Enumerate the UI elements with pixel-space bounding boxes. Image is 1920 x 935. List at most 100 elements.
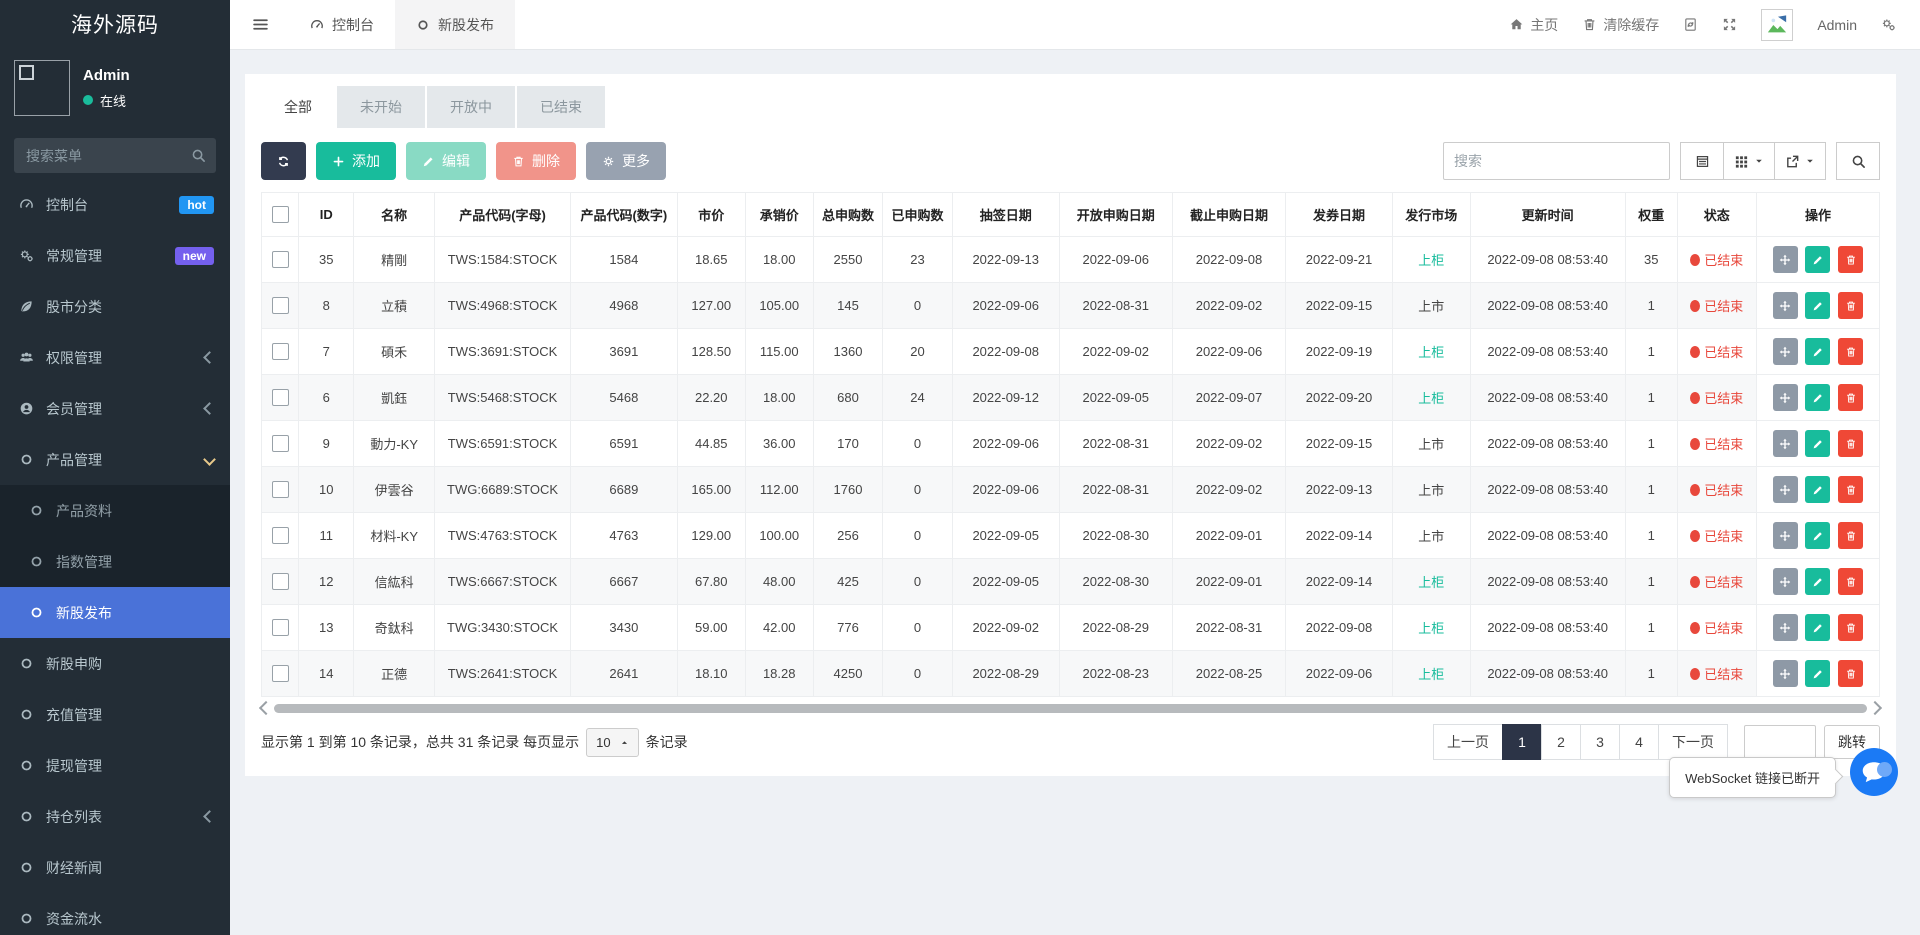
move-row-button[interactable] <box>1773 476 1798 503</box>
sidebar-item[interactable]: 常规管理 new <box>0 230 230 281</box>
sidebar-item[interactable]: 控制台 hot <box>0 179 230 230</box>
sidebar-item[interactable]: 会员管理 <box>0 383 230 434</box>
edit-button[interactable]: 编辑 <box>406 142 486 180</box>
add-button[interactable]: 添加 <box>316 142 396 180</box>
chat-button[interactable] <box>1850 748 1898 796</box>
move-row-button[interactable] <box>1773 246 1798 273</box>
column-header[interactable]: ID <box>299 193 354 237</box>
toggle-view-button[interactable] <box>1680 142 1724 180</box>
delete-row-button[interactable] <box>1838 338 1863 365</box>
select-all-checkbox[interactable] <box>272 206 289 223</box>
column-header[interactable]: 已申购数 <box>883 193 953 237</box>
sidebar-item[interactable]: 充值管理 <box>0 689 230 740</box>
topbar-tab[interactable]: 控制台 <box>289 0 395 49</box>
sidebar-item[interactable]: 持仓列表 <box>0 791 230 842</box>
home-link[interactable]: 主页 <box>1509 15 1558 35</box>
sidebar-item[interactable]: 产品资料 <box>0 485 230 536</box>
scrollbar-thumb[interactable] <box>274 704 1867 713</box>
refresh-button[interactable] <box>261 142 306 180</box>
settings-gears-icon[interactable] <box>1881 17 1896 32</box>
edit-row-button[interactable] <box>1805 522 1830 549</box>
delete-row-button[interactable] <box>1838 246 1863 273</box>
scroll-right-icon[interactable] <box>1868 701 1882 715</box>
column-header[interactable]: 权重 <box>1625 193 1677 237</box>
column-header[interactable]: 抽签日期 <box>952 193 1059 237</box>
sidebar-item[interactable]: 提现管理 <box>0 740 230 791</box>
next-page-button[interactable]: 下一页 <box>1658 724 1728 760</box>
edit-row-button[interactable] <box>1805 384 1830 411</box>
column-header[interactable]: 市价 <box>677 193 745 237</box>
sidebar-item[interactable]: 新股申购 <box>0 638 230 689</box>
search-button[interactable] <box>1836 142 1880 180</box>
sidebar-item[interactable]: 财经新闻 <box>0 842 230 893</box>
edit-row-button[interactable] <box>1805 568 1830 595</box>
hamburger-icon[interactable] <box>252 16 269 33</box>
filter-tab[interactable]: 未开始 <box>337 86 425 128</box>
column-header[interactable]: 承销价 <box>745 193 813 237</box>
column-header[interactable]: 截止申购日期 <box>1172 193 1285 237</box>
page-number-button[interactable]: 2 <box>1541 724 1581 760</box>
row-checkbox[interactable] <box>272 389 289 406</box>
page-number-button[interactable]: 1 <box>1502 724 1542 760</box>
move-row-button[interactable] <box>1773 384 1798 411</box>
filter-tab[interactable]: 已结束 <box>517 86 605 128</box>
refresh-page-icon[interactable] <box>1683 17 1698 32</box>
column-header[interactable]: 名称 <box>354 193 435 237</box>
sidebar-item[interactable]: 资金流水 <box>0 893 230 935</box>
column-header[interactable]: 状态 <box>1677 193 1756 237</box>
column-header[interactable]: 产品代码(数字) <box>571 193 678 237</box>
edit-row-button[interactable] <box>1805 338 1830 365</box>
edit-row-button[interactable] <box>1805 476 1830 503</box>
row-checkbox[interactable] <box>272 527 289 544</box>
column-header[interactable]: 更新时间 <box>1470 193 1625 237</box>
table-search-input[interactable] <box>1443 142 1670 180</box>
topbar-tab[interactable]: 新股发布 <box>395 0 515 49</box>
move-row-button[interactable] <box>1773 568 1798 595</box>
edit-row-button[interactable] <box>1805 660 1830 687</box>
move-row-button[interactable] <box>1773 522 1798 549</box>
column-header[interactable]: 产品代码(字母) <box>435 193 571 237</box>
topbar-avatar[interactable] <box>1761 9 1793 41</box>
delete-row-button[interactable] <box>1838 614 1863 641</box>
delete-button[interactable]: 删除 <box>496 142 576 180</box>
edit-row-button[interactable] <box>1805 246 1830 273</box>
sidebar-item[interactable]: 股市分类 <box>0 281 230 332</box>
columns-button[interactable] <box>1723 142 1775 180</box>
export-button[interactable] <box>1774 142 1826 180</box>
more-button[interactable]: 更多 <box>586 142 666 180</box>
row-checkbox[interactable] <box>272 251 289 268</box>
sidebar-item[interactable]: 权限管理 <box>0 332 230 383</box>
delete-row-button[interactable] <box>1838 476 1863 503</box>
sidebar-item[interactable]: 产品管理 <box>0 434 230 485</box>
scroll-left-icon[interactable] <box>259 701 273 715</box>
edit-row-button[interactable] <box>1805 614 1830 641</box>
page-number-button[interactable]: 4 <box>1619 724 1659 760</box>
clear-cache-link[interactable]: 清除缓存 <box>1582 15 1659 35</box>
page-size-select[interactable]: 10 <box>586 728 638 757</box>
delete-row-button[interactable] <box>1838 522 1863 549</box>
column-header[interactable]: 开放申购日期 <box>1059 193 1172 237</box>
delete-row-button[interactable] <box>1838 660 1863 687</box>
menu-search-input[interactable] <box>14 138 216 173</box>
edit-row-button[interactable] <box>1805 430 1830 457</box>
move-row-button[interactable] <box>1773 660 1798 687</box>
jump-page-input[interactable] <box>1744 725 1816 759</box>
prev-page-button[interactable]: 上一页 <box>1433 724 1503 760</box>
column-header[interactable]: 总申购数 <box>813 193 883 237</box>
row-checkbox[interactable] <box>272 481 289 498</box>
row-checkbox[interactable] <box>272 619 289 636</box>
topbar-username[interactable]: Admin <box>1817 17 1857 33</box>
row-checkbox[interactable] <box>272 297 289 314</box>
row-checkbox[interactable] <box>272 343 289 360</box>
delete-row-button[interactable] <box>1838 568 1863 595</box>
delete-row-button[interactable] <box>1838 292 1863 319</box>
column-header[interactable]: 发券日期 <box>1286 193 1393 237</box>
move-row-button[interactable] <box>1773 292 1798 319</box>
page-number-button[interactable]: 3 <box>1580 724 1620 760</box>
edit-row-button[interactable] <box>1805 292 1830 319</box>
move-row-button[interactable] <box>1773 614 1798 641</box>
column-header[interactable]: 发行市场 <box>1392 193 1470 237</box>
sidebar-item[interactable]: 指数管理 <box>0 536 230 587</box>
filter-tab[interactable]: 全部 <box>261 86 335 128</box>
fullscreen-icon[interactable] <box>1722 17 1737 32</box>
